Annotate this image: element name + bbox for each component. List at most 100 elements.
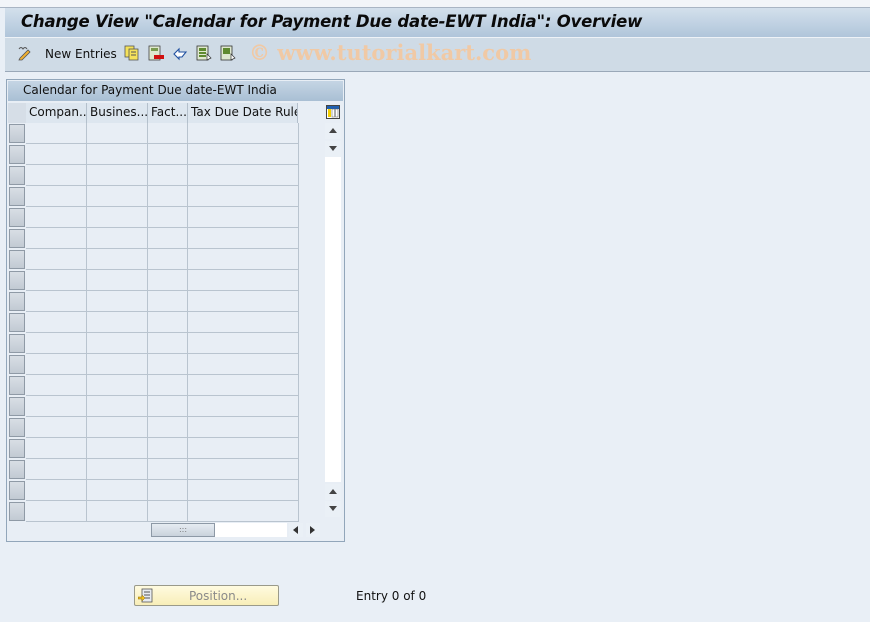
tax-due-date-rule-cell[interactable] [188,207,299,228]
factory-calendar-cell[interactable] [148,438,188,459]
delete-icon[interactable] [148,45,164,61]
row-selector-button[interactable] [9,481,25,500]
tax-due-date-rule-cell[interactable] [188,228,299,249]
factory-calendar-cell[interactable] [148,333,188,354]
factory-calendar-cell[interactable] [148,354,188,375]
business-place-cell[interactable] [87,354,148,375]
business-place-cell[interactable] [87,333,148,354]
company-code-cell[interactable] [26,207,87,228]
tax-due-date-rule-cell[interactable] [188,375,299,396]
copy-icon[interactable] [124,45,140,61]
factory-calendar-cell[interactable] [148,480,188,501]
new-entries-button[interactable]: New Entries [45,47,117,61]
tax-due-date-rule-cell[interactable] [188,459,299,480]
company-code-cell[interactable] [26,438,87,459]
business-place-cell[interactable] [87,291,148,312]
row-selector-button[interactable] [9,355,25,374]
row-selector-button[interactable] [9,460,25,479]
select-all-rows-button[interactable] [8,103,27,123]
vertical-scrollbar-track[interactable] [325,157,341,482]
column-header-company[interactable]: Compan... [26,103,87,123]
row-selector-button[interactable] [9,187,25,206]
factory-calendar-cell[interactable] [148,375,188,396]
company-code-cell[interactable] [26,249,87,270]
business-place-cell[interactable] [87,165,148,186]
business-place-cell[interactable] [87,375,148,396]
business-place-cell[interactable] [87,501,148,522]
factory-calendar-cell[interactable] [148,186,188,207]
factory-calendar-cell[interactable] [148,228,188,249]
scroll-up-button[interactable] [325,123,341,139]
tax-due-date-rule-cell[interactable] [188,354,299,375]
business-place-cell[interactable] [87,480,148,501]
scroll-right-button[interactable] [306,523,320,537]
factory-calendar-cell[interactable] [148,123,188,144]
company-code-cell[interactable] [26,459,87,480]
select-all-icon[interactable] [196,45,212,61]
row-selector-button[interactable] [9,418,25,437]
row-selector-button[interactable] [9,292,25,311]
table-settings-icon[interactable] [326,105,340,119]
company-code-cell[interactable] [26,480,87,501]
company-code-cell[interactable] [26,186,87,207]
row-selector-button[interactable] [9,250,25,269]
business-place-cell[interactable] [87,207,148,228]
row-selector-button[interactable] [9,397,25,416]
row-selector-button[interactable] [9,439,25,458]
factory-calendar-cell[interactable] [148,396,188,417]
business-place-cell[interactable] [87,459,148,480]
row-selector-button[interactable] [9,208,25,227]
factory-calendar-cell[interactable] [148,291,188,312]
company-code-cell[interactable] [26,270,87,291]
scroll-page-up-button[interactable] [325,484,341,500]
row-selector-button[interactable] [9,229,25,248]
business-place-cell[interactable] [87,228,148,249]
horizontal-scrollbar-track[interactable] [215,523,287,537]
undo-icon[interactable] [172,45,188,61]
column-header-factory-calendar[interactable]: Fact... [148,103,188,123]
row-selector-button[interactable] [9,502,25,521]
tax-due-date-rule-cell[interactable] [188,396,299,417]
business-place-cell[interactable] [87,249,148,270]
factory-calendar-cell[interactable] [148,249,188,270]
factory-calendar-cell[interactable] [148,144,188,165]
column-header-business-place[interactable]: Busines... [87,103,148,123]
business-place-cell[interactable] [87,144,148,165]
company-code-cell[interactable] [26,396,87,417]
tax-due-date-rule-cell[interactable] [188,144,299,165]
company-code-cell[interactable] [26,291,87,312]
scroll-left-button[interactable] [289,523,303,537]
row-selector-button[interactable] [9,124,25,143]
company-code-cell[interactable] [26,144,87,165]
company-code-cell[interactable] [26,375,87,396]
company-code-cell[interactable] [26,312,87,333]
factory-calendar-cell[interactable] [148,207,188,228]
factory-calendar-cell[interactable] [148,312,188,333]
company-code-cell[interactable] [26,165,87,186]
business-place-cell[interactable] [87,186,148,207]
tax-due-date-rule-cell[interactable] [188,165,299,186]
row-selector-button[interactable] [9,166,25,185]
company-code-cell[interactable] [26,123,87,144]
business-place-cell[interactable] [87,123,148,144]
factory-calendar-cell[interactable] [148,165,188,186]
tax-due-date-rule-cell[interactable] [188,291,299,312]
tax-due-date-rule-cell[interactable] [188,312,299,333]
scroll-down-button[interactable] [325,141,341,157]
tax-due-date-rule-cell[interactable] [188,186,299,207]
row-selector-button[interactable] [9,145,25,164]
tax-due-date-rule-cell[interactable] [188,333,299,354]
tax-due-date-rule-cell[interactable] [188,417,299,438]
business-place-cell[interactable] [87,312,148,333]
row-selector-button[interactable] [9,271,25,290]
business-place-cell[interactable] [87,417,148,438]
row-selector-button[interactable] [9,376,25,395]
company-code-cell[interactable] [26,417,87,438]
company-code-cell[interactable] [26,501,87,522]
row-selector-button[interactable] [9,334,25,353]
factory-calendar-cell[interactable] [148,270,188,291]
horizontal-scrollbar-thumb[interactable]: ::: [151,523,215,537]
column-header-tax-due-date-rule[interactable]: Tax Due Date Rule [188,103,298,123]
tax-due-date-rule-cell[interactable] [188,438,299,459]
business-place-cell[interactable] [87,270,148,291]
